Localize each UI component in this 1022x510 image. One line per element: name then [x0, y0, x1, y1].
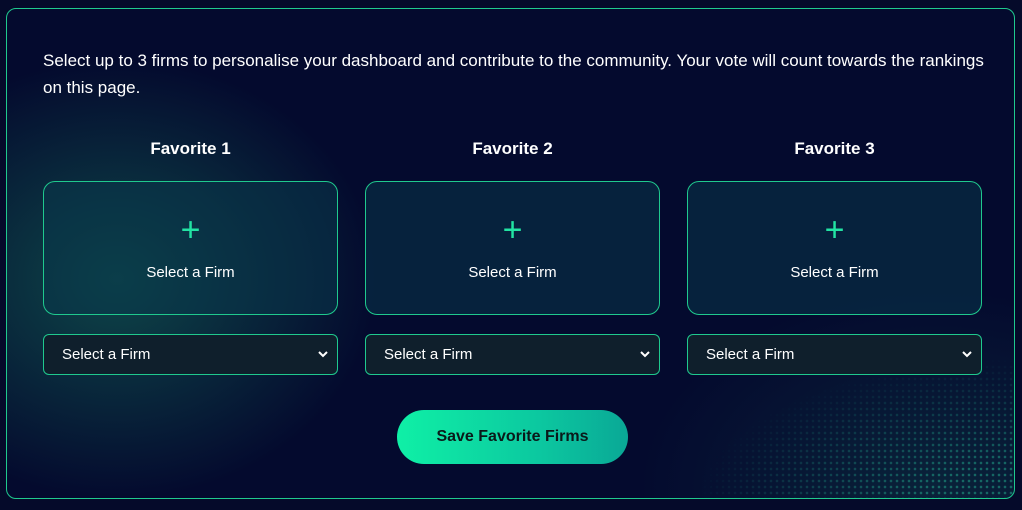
plus-icon: + — [824, 211, 845, 249]
favorite-column-3: Favorite 3 + Select a Firm Select a Firm — [687, 137, 982, 375]
intro-text: Select up to 3 firms to personalise your… — [43, 51, 984, 97]
firm-select-2[interactable]: Select a Firm — [365, 334, 660, 375]
firm-select-3[interactable]: Select a Firm — [687, 334, 982, 375]
card-label: Select a Firm — [790, 264, 879, 281]
save-favorite-firms-button[interactable]: Save Favorite Firms — [397, 410, 628, 464]
chevron-down-icon — [640, 351, 650, 358]
firm-select-1[interactable]: Select a Firm — [43, 334, 338, 375]
favorite-column-1: Favorite 1 + Select a Firm Select a Firm — [43, 137, 338, 375]
select-value: Select a Firm — [706, 346, 795, 363]
favorite-column-2: Favorite 2 + Select a Firm Select a Firm — [365, 137, 660, 375]
decorative-dot-pattern — [684, 358, 1014, 498]
chevron-down-icon — [962, 351, 972, 358]
plus-icon: + — [180, 211, 201, 249]
select-value: Select a Firm — [62, 346, 151, 363]
card-label: Select a Firm — [468, 264, 557, 281]
favorite-card-2[interactable]: + Select a Firm — [365, 181, 660, 315]
favorite-title: Favorite 1 — [150, 139, 231, 158]
favorite-title: Favorite 2 — [472, 139, 553, 158]
card-label: Select a Firm — [146, 264, 235, 281]
select-value: Select a Firm — [384, 346, 473, 363]
favorite-title: Favorite 3 — [794, 139, 875, 158]
favorite-card-3[interactable]: + Select a Firm — [687, 181, 982, 315]
favorite-card-1[interactable]: + Select a Firm — [43, 181, 338, 315]
plus-icon: + — [502, 211, 523, 249]
favorites-panel: Select up to 3 firms to personalise your… — [6, 8, 1015, 499]
chevron-down-icon — [318, 351, 328, 358]
